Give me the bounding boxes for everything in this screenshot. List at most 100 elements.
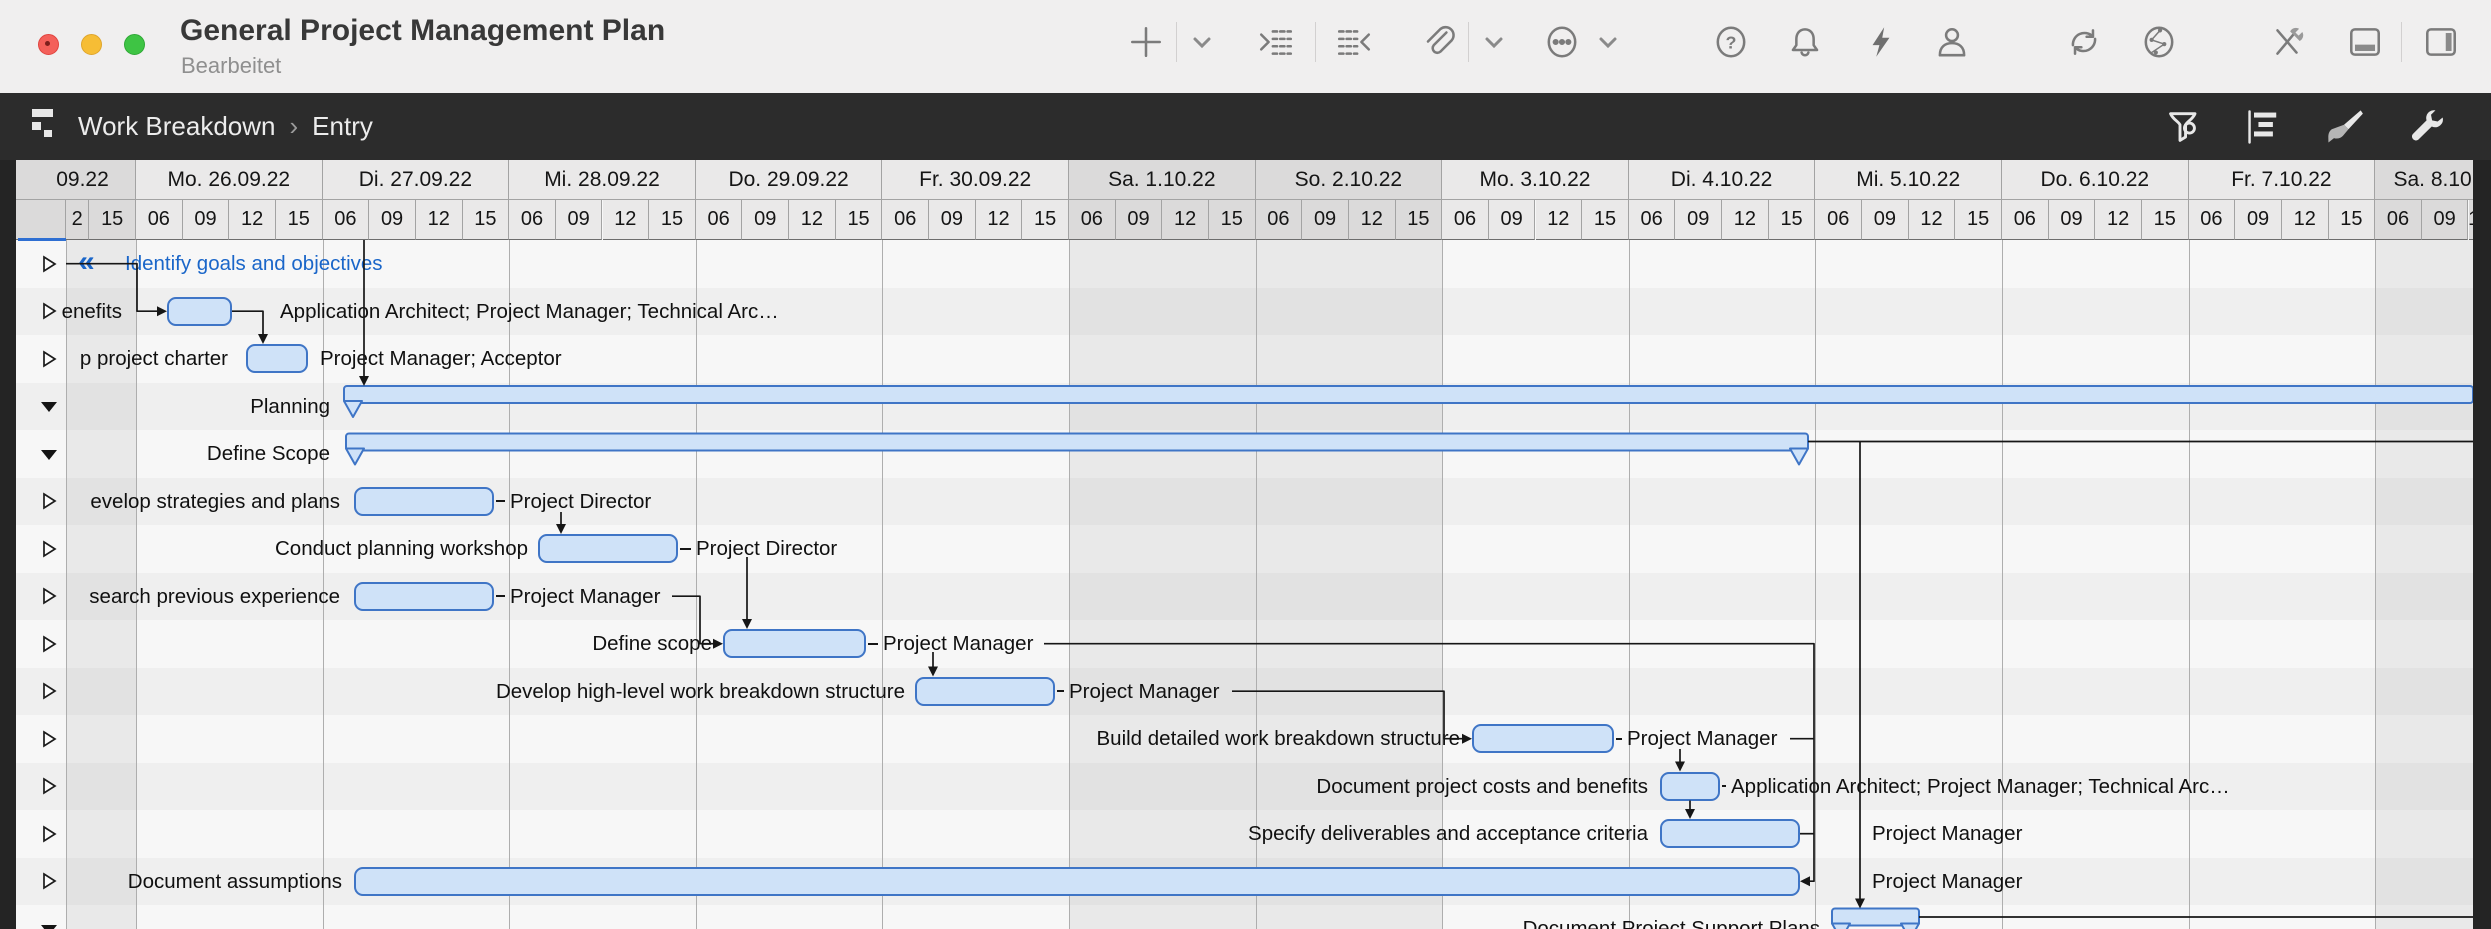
task-bar[interactable] [354,867,1800,896]
timeline-hour-cell: 12 [1722,200,1769,240]
style-icon[interactable] [2322,105,2366,149]
task-bar[interactable] [915,677,1055,706]
breadcrumb-view[interactable]: Work Breakdown [78,111,276,142]
expand-triangle[interactable] [40,635,58,653]
expand-triangle[interactable] [40,682,58,700]
task-bar[interactable] [167,297,232,326]
expand-triangle[interactable] [40,302,58,320]
timeline-hour-cell: 09 [742,200,789,240]
task-name: Define scope [592,629,712,658]
settings-icon[interactable] [2265,20,2309,64]
timeline-day-header: 09.22 [16,160,136,200]
timeline-hour-cell: 12 [789,200,836,240]
timeline-day-header: Di. 4.10.22 [1629,160,1816,200]
timeline-hour-cell: 09 [183,200,230,240]
task-bar[interactable] [538,534,678,563]
task-name: evelop strategies and plans [90,487,340,516]
task-name: Planning [250,392,330,421]
timeline-hour-cell: 06 [509,200,556,240]
timeline-day-header: Do. 6.10.22 [2002,160,2189,200]
window-title: General Project Management Plan [180,14,665,48]
task-bar[interactable] [1472,724,1614,753]
timeline-hour-cell: 15 [2329,200,2376,240]
expand-triangle[interactable] [40,587,58,605]
indent-icon[interactable] [1254,20,1298,64]
timeline-hour-cell: 06 [323,200,370,240]
timeline-hour-cell: 12 [416,200,463,240]
timeline-hour-cell: 09 [1302,200,1349,240]
network-icon[interactable] [2137,20,2181,64]
filter-icon[interactable] [2163,105,2207,149]
breadcrumb-mode[interactable]: Entry [312,111,373,142]
row-insertion-indicator [18,238,66,241]
expand-triangle[interactable] [40,825,58,843]
resource-label: Project Manager [883,629,1033,658]
timeline-hour-cell: 15 [463,200,510,240]
task-bar[interactable] [1660,819,1800,848]
timeline-hour-cell: 09 [1489,200,1536,240]
svg-text:?: ? [1726,32,1737,52]
resource-dash [868,643,878,645]
timeline-day-header: Fr. 30.09.22 [882,160,1069,200]
expand-triangle[interactable] [40,350,58,368]
expand-triangle[interactable] [40,730,58,748]
help-icon[interactable]: ? [1709,20,1753,64]
activity-icon[interactable] [1859,20,1903,64]
attachment-options-chevron-icon[interactable] [1472,20,1516,64]
task-name: Identify goals and objectives [125,249,383,278]
attachment-icon[interactable] [1416,20,1460,64]
timeline-hour-cell: 15 [1769,200,1816,240]
grid-line [2375,240,2376,929]
resource-label: Application Architect; Project Manager; … [1731,772,2230,801]
expand-triangle[interactable] [40,872,58,890]
task-bar[interactable] [1660,772,1720,801]
sync-icon[interactable] [2062,20,2106,64]
scroll-to-bar-icon[interactable]: « [78,245,93,274]
outline-icon[interactable] [2242,105,2286,149]
add-options-chevron-icon[interactable] [1180,20,1224,64]
expand-triangle[interactable] [40,777,58,795]
breadcrumb-separator: › [290,111,299,142]
notifications-icon[interactable] [1783,20,1827,64]
resources-icon[interactable] [1930,20,1974,64]
task-name: enefits [62,297,122,326]
task-bar[interactable] [354,487,494,516]
minimize-button[interactable] [81,34,102,55]
close-button[interactable] [38,34,59,55]
outdent-icon[interactable] [1332,20,1376,64]
timeline-day-header: Di. 27.09.22 [323,160,510,200]
task-name: search previous experience [89,582,340,611]
more-actions-chevron-icon[interactable] [1586,20,1630,64]
timeline-hour-cell: 06 [696,200,743,240]
timeline-hour-cell: 15 [2142,200,2189,240]
task-name: Document Project Support Plans [1523,914,1820,929]
resource-dash [1057,690,1064,692]
timeline-day-header: Mi. 28.09.22 [509,160,696,200]
expand-triangle[interactable] [40,492,58,510]
bottom-panel-icon[interactable] [2343,20,2387,64]
view-settings-icon[interactable] [2404,105,2448,149]
timeline-day-header: Sa. 1.10.22 [1069,160,1256,200]
timeline-day-header: Fr. 7.10.22 [2189,160,2376,200]
expand-triangle[interactable] [40,540,58,558]
timeline-hour-cell: 12 [2095,200,2142,240]
more-actions-icon[interactable] [1540,20,1584,64]
resource-label: Project Director [696,534,837,563]
timeline-hour-cell: 12 [1536,200,1583,240]
breadcrumb[interactable]: Work Breakdown › Entry [30,93,373,160]
zoom-button[interactable] [124,34,145,55]
timeline-hour-cell: 09 [2049,200,2096,240]
timeline-day-header: Mo. 3.10.22 [1442,160,1629,200]
right-panel-icon[interactable] [2419,20,2463,64]
task-bar[interactable] [246,344,308,373]
grid-line [1815,240,1816,929]
timeline-hour-cell: 06 [2002,200,2049,240]
collapse-triangle[interactable] [40,397,58,415]
expand-triangle[interactable] [40,255,58,273]
add-icon[interactable] [1124,20,1168,64]
task-bar[interactable] [723,629,866,658]
task-bar[interactable] [354,582,494,611]
timeline-hour-cell: 15 [1209,200,1256,240]
collapse-triangle[interactable] [40,920,58,929]
collapse-triangle[interactable] [40,445,58,463]
